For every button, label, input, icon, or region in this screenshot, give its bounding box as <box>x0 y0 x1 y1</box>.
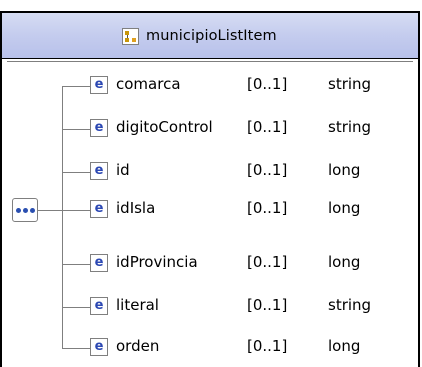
element-icon: e <box>90 338 108 356</box>
element-row-literal[interactable]: e literal [0..1] string <box>62 295 407 319</box>
element-type: long <box>328 161 361 179</box>
element-row-comarca[interactable]: e comarca [0..1] string <box>62 74 407 98</box>
element-type: long <box>328 199 361 217</box>
branch-line <box>62 210 90 211</box>
element-icon: e <box>90 297 108 315</box>
branch-line <box>62 129 90 130</box>
branch-line <box>62 172 90 173</box>
branch-line <box>62 264 90 265</box>
element-name: literal <box>116 296 159 314</box>
element-row-idprovincia[interactable]: e idProvincia [0..1] long <box>62 252 407 276</box>
element-name: id <box>116 161 130 179</box>
branch-line <box>62 86 90 87</box>
element-row-id[interactable]: e id [0..1] long <box>62 160 407 184</box>
element-type: long <box>328 253 361 271</box>
element-icon: e <box>90 76 108 94</box>
element-icon: e <box>90 119 108 137</box>
element-name: idIsla <box>116 199 156 217</box>
element-name: digitoControl <box>116 118 213 136</box>
element-occurrence: [0..1] <box>247 75 288 93</box>
element-occurrence: [0..1] <box>247 296 288 314</box>
element-name: comarca <box>116 75 181 93</box>
element-type: long <box>328 337 361 355</box>
branch-line <box>62 307 90 308</box>
element-icon: e <box>90 162 108 180</box>
element-occurrence: [0..1] <box>247 161 288 179</box>
element-row-idisla[interactable]: e idIsla [0..1] long <box>62 198 407 222</box>
element-row-orden[interactable]: e orden [0..1] long <box>62 336 407 360</box>
element-row-digitocontrol[interactable]: e digitoControl [0..1] string <box>62 117 407 141</box>
element-occurrence: [0..1] <box>247 337 288 355</box>
schema-diagram: municipioListItem e comarca [0..1] strin… <box>0 0 422 367</box>
element-icon: e <box>90 200 108 218</box>
element-type: string <box>328 296 372 314</box>
element-occurrence: [0..1] <box>247 253 288 271</box>
element-name: idProvincia <box>116 253 198 271</box>
element-type: string <box>328 118 372 136</box>
element-occurrence: [0..1] <box>247 118 288 136</box>
element-list: e comarca [0..1] string e digitoControl … <box>0 0 422 367</box>
element-type: string <box>328 75 372 93</box>
element-name: orden <box>116 337 160 355</box>
element-occurrence: [0..1] <box>247 199 288 217</box>
element-icon: e <box>90 254 108 272</box>
branch-line <box>62 348 90 349</box>
